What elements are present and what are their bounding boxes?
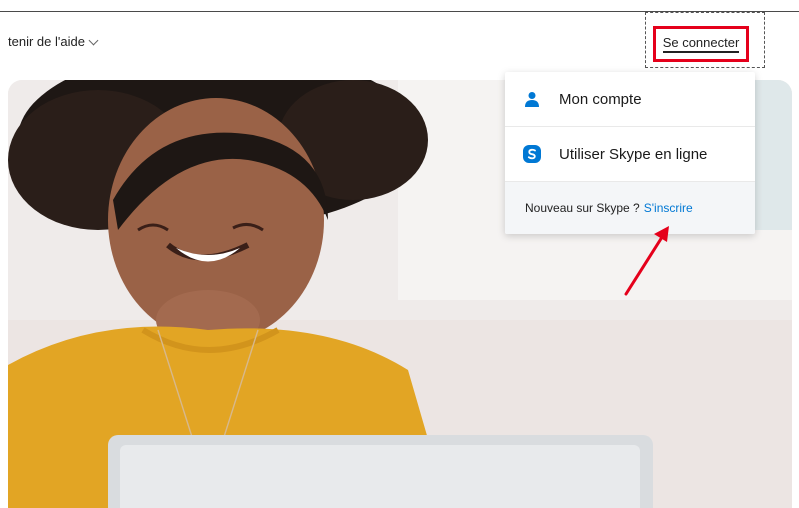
signin-label: Se connecter [662, 35, 740, 53]
menu-item-skype-web[interactable]: Utiliser Skype en ligne [505, 127, 755, 182]
get-help-label: tenir de l'aide [8, 34, 85, 49]
person-icon [523, 90, 541, 108]
menu-item-label: Mon compte [559, 90, 642, 108]
signup-prompt-text: Nouveau sur Skype ? [525, 201, 640, 215]
get-help-menu[interactable]: tenir de l'aide [8, 34, 99, 49]
page: tenir de l'aide Se connecter Mon compte … [0, 0, 799, 508]
signin-button[interactable]: Se connecter [653, 26, 749, 62]
chevron-down-icon [88, 35, 99, 46]
signup-link[interactable]: S'inscrire [644, 201, 693, 215]
signin-dropdown: Mon compte Utiliser Skype en ligne Nouve… [505, 72, 755, 234]
menu-item-my-account[interactable]: Mon compte [505, 72, 755, 127]
skype-icon [523, 145, 541, 163]
annotation-arrow-icon [624, 226, 669, 296]
menu-item-label: Utiliser Skype en ligne [559, 145, 708, 163]
